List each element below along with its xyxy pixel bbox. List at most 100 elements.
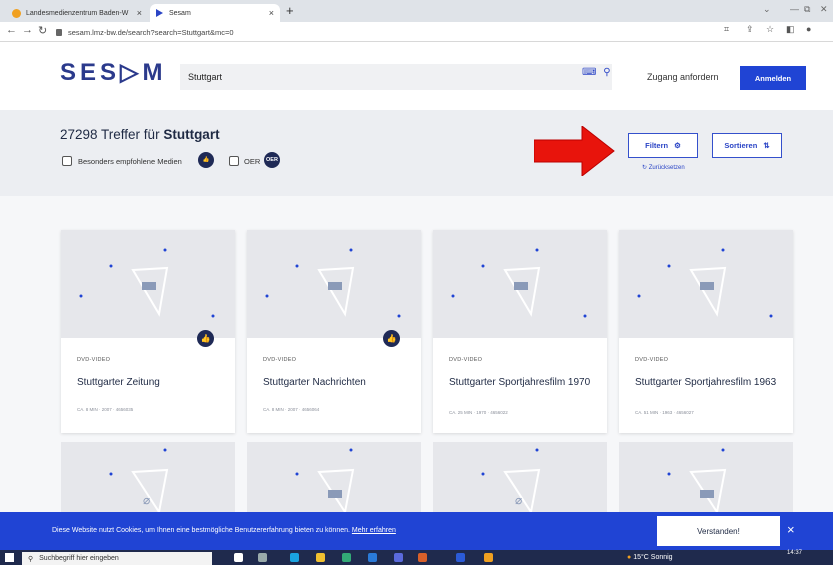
cookie-more-link[interactable]: Mehr erfahren [352, 527, 396, 534]
browser-tab-lmz[interactable]: Landesmedienzentrum Baden-W × [6, 4, 148, 22]
chrome-icon[interactable] [484, 553, 493, 562]
cookie-close-icon[interactable]: × [787, 522, 795, 537]
oer-label: OER [244, 157, 261, 166]
reload-icon[interactable]: ↻ [38, 24, 47, 37]
filter-sliders-icon: ⚙ [674, 141, 681, 150]
media-card[interactable]: 👍 DVD-VIDEO Stuttgarter Nachrichten CA. … [247, 230, 421, 433]
tab-close-icon[interactable]: × [269, 8, 274, 18]
media-card[interactable]: ⌀ [433, 442, 607, 515]
sesam-logo[interactable]: SES▷M [60, 58, 166, 87]
back-icon[interactable]: ← [6, 24, 17, 36]
weather-widget[interactable]: ● 15°C Sonnig [627, 554, 673, 561]
app-icon[interactable] [394, 553, 403, 562]
media-card[interactable] [619, 442, 793, 515]
login-button[interactable]: Anmelden [740, 66, 806, 90]
dvd-placeholder-icon [265, 248, 401, 318]
forward-icon[interactable]: → [22, 24, 33, 36]
task-view-icon[interactable] [234, 553, 243, 562]
explorer-icon[interactable] [316, 553, 325, 562]
widgets-icon[interactable] [258, 553, 267, 562]
edge-icon[interactable] [290, 553, 299, 562]
filter-button[interactable]: Filtern ⚙ [628, 133, 698, 158]
media-card[interactable]: ⌀ [61, 442, 235, 515]
media-card[interactable]: DVD-VIDEO Stuttgarter Sportjahresfilm 19… [619, 230, 793, 433]
card-title[interactable]: Stuttgarter Sportjahresfilm 1970 [449, 376, 599, 389]
search-icon[interactable]: ⚲ [603, 67, 610, 78]
new-tab-button[interactable]: + [286, 3, 294, 18]
results-count: 27298 Treffer für Stuttgart [60, 127, 220, 142]
mail-icon[interactable] [368, 553, 377, 562]
cookie-accept-button[interactable]: Verstanden! [657, 516, 780, 546]
card-title[interactable]: Stuttgarter Zeitung [77, 376, 227, 389]
tab-title: Landesmedienzentrum Baden-W [26, 9, 129, 17]
sort-label: Sortieren [724, 141, 758, 150]
dvd-placeholder-icon [637, 248, 773, 318]
thumbs-up-icon: 👍 [198, 152, 214, 168]
svg-text:⌀: ⌀ [143, 493, 150, 507]
filter-label: Filtern [645, 141, 669, 150]
card-thumbnail [433, 230, 607, 338]
oer-badge-icon: OER [264, 152, 280, 168]
sun-icon: ● [627, 554, 632, 561]
bookmark-star-icon[interactable]: ☆ [766, 24, 774, 35]
media-card[interactable]: 👍 DVD-VIDEO Stuttgarter Zeitung CA. 8 MI… [61, 230, 235, 433]
windows-start-icon[interactable] [5, 553, 14, 562]
search-value: Stuttgart [188, 72, 223, 82]
weather-text: 15°C Sonnig [633, 554, 673, 561]
card-thumbnail [61, 230, 235, 338]
store-icon[interactable] [342, 553, 351, 562]
attachment-placeholder-icon: ⌀ [109, 448, 169, 515]
lock-icon [56, 29, 62, 36]
oer-checkbox[interactable] [229, 156, 239, 166]
sort-button[interactable]: Sortieren ⇅ [712, 133, 782, 158]
card-title[interactable]: Stuttgarter Sportjahresfilm 1963 [635, 376, 785, 389]
restore-icon[interactable]: ⧉ [804, 4, 810, 15]
svg-text:⌀: ⌀ [515, 493, 522, 507]
browser-tab-sesam[interactable]: Sesam × [150, 4, 280, 22]
card-thumbnail: ⌀ [433, 442, 607, 515]
reset-filters-link[interactable]: ↻ Zurücksetzen [642, 164, 685, 171]
recommended-badge-icon: 👍 [383, 330, 400, 347]
card-thumbnail: ⌀ [61, 442, 235, 515]
results-count-text: 27298 Treffer für [60, 127, 160, 142]
card-type: DVD-VIDEO [77, 357, 111, 363]
card-meta: CA. 25 MIN · 1970 · 4656022 [449, 410, 508, 415]
reset-icon: ↻ [642, 165, 648, 171]
recommended-checkbox[interactable] [62, 156, 72, 166]
card-thumbnail [247, 230, 421, 338]
card-meta: CA. 8 MIN · 2007 · 4656064 [263, 407, 320, 412]
cookie-message: Diese Website nutzt Cookies, um Ihnen ei… [52, 527, 350, 534]
sidebar-icon[interactable]: ◧ [786, 24, 795, 35]
url-field[interactable]: sesam.lmz-bw.de/search?search=Stuttgart&… [56, 25, 716, 40]
reset-label: Zurücksetzen [648, 165, 685, 171]
dvd-placeholder-icon [451, 248, 587, 318]
card-meta: CA. 51 MIN · 1963 · 4656027 [635, 410, 694, 415]
recommended-label: Besonders empfohlene Medien [78, 157, 182, 166]
card-thumbnail [247, 442, 421, 515]
search-input[interactable]: Stuttgart [180, 64, 612, 90]
taskbar-search-placeholder: Suchbegriff hier eingeben [39, 555, 119, 562]
red-arrow-annotation [534, 126, 615, 176]
url-text: sesam.lmz-bw.de/search?search=Stuttgart&… [68, 28, 234, 37]
card-title[interactable]: Stuttgarter Nachrichten [263, 376, 413, 389]
media-card[interactable]: DVD-VIDEO Stuttgarter Sportjahresfilm 19… [433, 230, 607, 433]
card-type: DVD-VIDEO [449, 357, 483, 363]
card-meta: CA. 8 MIN · 2007 · 4656035 [77, 407, 134, 412]
attachment-placeholder-icon: ⌀ [481, 448, 541, 515]
minimize-icon[interactable]: ⌄ [763, 4, 771, 15]
share-icon[interactable]: ⇪ [746, 24, 754, 35]
taskbar-search[interactable]: ⚲ Suchbegriff hier eingeben [22, 552, 212, 565]
tab-close-icon[interactable]: × [137, 8, 142, 18]
app-icon-2[interactable] [418, 553, 427, 562]
profile-icon[interactable]: ● [806, 24, 811, 34]
dvd-placeholder-icon [295, 448, 355, 515]
media-card[interactable] [247, 442, 421, 515]
request-access-link[interactable]: Zugang anfordern [647, 72, 719, 82]
translate-icon[interactable]: ⌗ [724, 24, 729, 35]
word-icon[interactable] [456, 553, 465, 562]
window-min-icon[interactable]: — [790, 4, 799, 14]
results-query: Stuttgart [163, 127, 220, 142]
close-window-icon[interactable]: ✕ [820, 4, 828, 15]
keyboard-icon[interactable]: ⌨ [582, 67, 596, 78]
dvd-placeholder-icon [667, 448, 727, 515]
